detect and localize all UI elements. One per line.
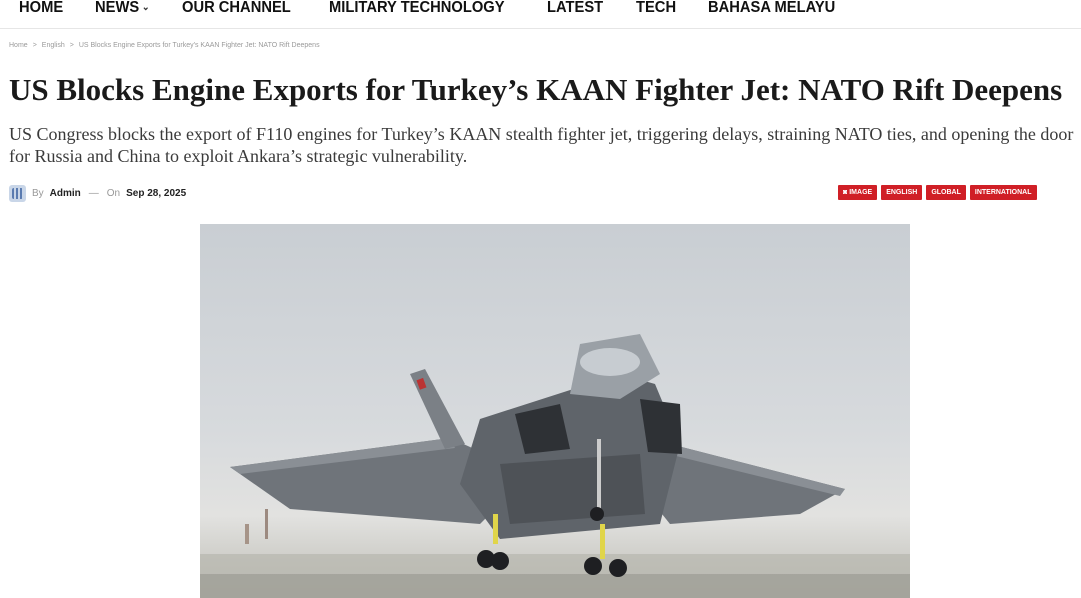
breadcrumb: Home > English > US Blocks Engine Exports fo… — [9, 42, 320, 49]
nav-item-latest[interactable]: LATEST — [547, 0, 603, 18]
tag-image[interactable]: ◙ IMAGE — [838, 185, 878, 200]
article-meta: By Admin — On Sep 28, 2025 — [9, 183, 186, 203]
fighter-jet-illustration — [200, 334, 910, 598]
breadcrumb-current: US Blocks Engine Exports for Turkey's KA… — [78, 42, 320, 49]
tag-english[interactable]: ENGLISH — [881, 185, 923, 200]
author-link[interactable]: Admin — [50, 188, 81, 199]
camera-icon: ◙ — [843, 189, 848, 196]
avatar-icon[interactable] — [9, 184, 26, 202]
article-title: US Blocks Engine Exports for Turkey’s KA… — [9, 72, 1063, 107]
by-label: By — [32, 187, 44, 199]
breadcrumb-separator: > — [32, 42, 37, 49]
breadcrumb-home[interactable]: Home — [9, 42, 28, 49]
hero-image — [200, 224, 910, 598]
breadcrumb-section[interactable]: English — [42, 42, 65, 49]
nav-item-our-channel[interactable]: OUR CHANNEL — [182, 0, 291, 18]
tag-list: ◙ IMAGE ENGLISH GLOBAL INTERNATIONAL — [838, 185, 1037, 200]
on-label: On — [106, 187, 121, 199]
top-navigation: HOME NEWS ⌄ OUR CHANNEL MILITARY TECHNOLO… — [0, 0, 1081, 29]
publish-date: Sep 28, 2025 — [126, 187, 187, 199]
nav-item-news[interactable]: NEWS ⌄ — [95, 0, 150, 18]
breadcrumb-separator: > — [69, 42, 74, 49]
tag-global[interactable]: GLOBAL — [926, 185, 966, 200]
nav-item-home[interactable]: HOME — [19, 0, 63, 18]
nav-item-bahasa-melayu[interactable]: BAHASA MELAYU — [708, 0, 835, 18]
nav-item-military-technology[interactable]: MILITARY TECHNOLOGY — [329, 0, 505, 18]
tag-international[interactable]: INTERNATIONAL — [969, 185, 1037, 200]
nav-item-tech[interactable]: TECH — [636, 0, 676, 18]
chevron-down-icon: ⌄ — [141, 2, 150, 13]
meta-dash: — — [88, 187, 99, 199]
article-subtitle: US Congress blocks the export of F110 en… — [9, 124, 1074, 166]
nav-list: HOME NEWS ⌄ OUR CHANNEL MILITARY TECHNOLO… — [19, 0, 846, 18]
